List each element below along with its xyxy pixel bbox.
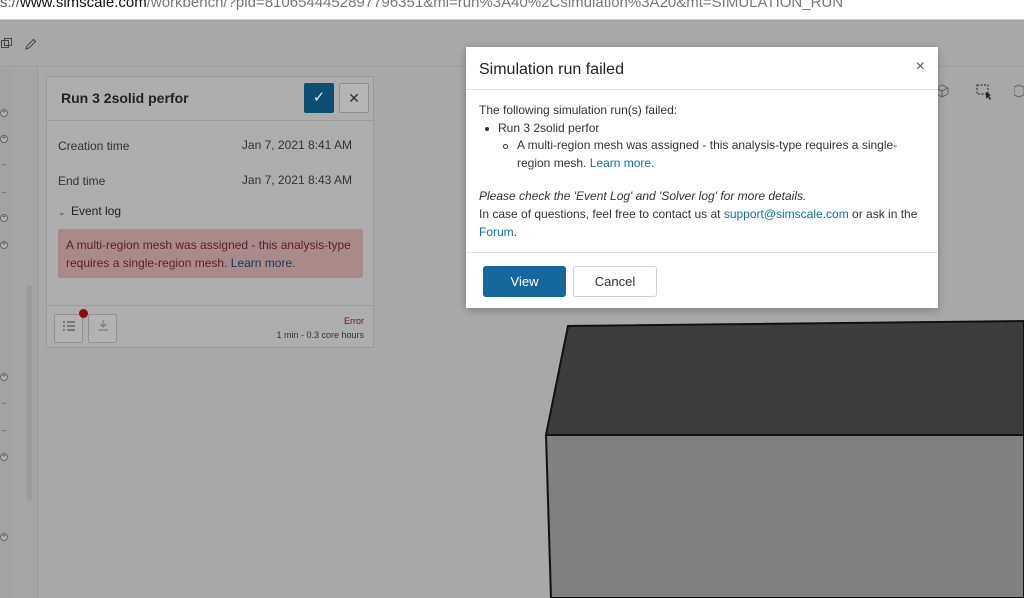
chevron-down-icon: ⌄ xyxy=(58,207,66,217)
event-log-label: Event log xyxy=(71,204,122,218)
failed-run-list: Run 3 2solid perfor A multi-region mesh … xyxy=(479,120,929,173)
list-icon xyxy=(62,321,75,334)
dialog-footer: View Cancel xyxy=(466,252,938,308)
run-status: Error xyxy=(344,316,364,326)
close-icon[interactable]: × xyxy=(916,58,925,76)
contact-middle: or ask in the xyxy=(848,206,918,221)
cube-outline-icon[interactable] xyxy=(1013,84,1024,101)
dialog-title: Simulation run failed xyxy=(479,61,624,78)
expand-icon[interactable]: + xyxy=(0,135,8,143)
failure-reason-text: A multi-region mesh was assigned - this … xyxy=(517,138,898,170)
cancel-button[interactable]: Cancel xyxy=(573,266,657,297)
close-icon: ✕ xyxy=(348,90,360,106)
more-icon[interactable]: ··· xyxy=(1,426,7,435)
log-list-button[interactable] xyxy=(54,314,83,343)
error-suffix: . xyxy=(292,256,296,270)
pencil-icon[interactable] xyxy=(25,38,37,50)
panel-divider xyxy=(12,68,38,598)
failure-reason-suffix: . xyxy=(651,155,655,170)
failed-run-name: Run 3 2solid perfor xyxy=(498,120,600,135)
notification-dot xyxy=(79,309,88,318)
expand-icon[interactable]: + xyxy=(0,373,8,381)
error-message: A multi-region mesh was assigned - this … xyxy=(58,229,363,278)
simulation-failed-dialog: Simulation run failed × The following si… xyxy=(466,47,938,308)
forum-suffix: . xyxy=(513,224,518,239)
view-button[interactable]: View xyxy=(483,266,566,297)
error-text: A multi-region mesh was assigned - this … xyxy=(66,238,351,270)
box-select-icon[interactable] xyxy=(976,84,992,103)
scrollbar[interactable] xyxy=(27,285,32,500)
tree-panel: + + ··· ··· + + + ··· ··· + + xyxy=(0,68,12,598)
download-icon xyxy=(97,320,108,334)
support-email-link[interactable]: support@simscale.com xyxy=(724,207,849,221)
dialog-intro: The following simulation run(s) failed: xyxy=(479,103,678,117)
creation-time-label: Creation time xyxy=(58,139,130,153)
run-title: Run 3 2solid perfor xyxy=(61,90,189,106)
copy-icon[interactable] xyxy=(1,38,13,50)
more-icon[interactable]: ··· xyxy=(1,160,7,169)
more-icon[interactable]: ··· xyxy=(1,188,7,197)
more-icon[interactable]: ··· xyxy=(1,399,7,408)
expand-icon[interactable]: + xyxy=(0,533,8,541)
contact-note: In case of questions, feel free to conta… xyxy=(479,206,929,241)
run-duration: 1 min - 0.3 core hours xyxy=(276,330,364,340)
forum-link[interactable]: Forum xyxy=(479,225,514,239)
check-log-note: Please check the 'Event Log' and 'Solver… xyxy=(479,189,807,204)
url-path: /workbench/?pid=8106544452897796351&mi=r… xyxy=(146,0,844,11)
model-top-face[interactable] xyxy=(544,319,1024,436)
failed-run-item: Run 3 2solid perfor xyxy=(485,120,929,138)
download-button[interactable] xyxy=(88,314,117,343)
model-front-face[interactable] xyxy=(544,434,1024,598)
dialog-body: The following simulation run(s) failed: … xyxy=(479,102,929,241)
end-time-label: End time xyxy=(58,174,106,188)
url-scheme: s:// xyxy=(0,0,21,11)
url-host: www.simscale.com xyxy=(20,0,147,11)
end-time-value: Jan 7, 2021 8:43 AM xyxy=(241,173,352,187)
url-text[interactable]: s://www.simscale.com/workbench/?pid=8106… xyxy=(0,0,843,11)
confirm-button[interactable]: ✓ xyxy=(304,83,334,113)
event-log-toggle[interactable]: ⌄ Event log xyxy=(58,204,121,218)
failure-reason-list: A multi-region mesh was assigned - this … xyxy=(498,137,929,172)
creation-time-value: Jan 7, 2021 8:41 AM xyxy=(241,138,352,152)
expand-icon[interactable]: + xyxy=(0,453,8,461)
run-detail-panel: Run 3 2solid perfor ✓ ✕ Creation time Ja… xyxy=(46,76,374,348)
learn-more-link[interactable]: Learn more xyxy=(590,156,651,170)
run-panel-header: Run 3 2solid perfor ✓ ✕ xyxy=(47,77,373,121)
check-icon: ✓ xyxy=(312,89,326,106)
failure-reason-item: A multi-region mesh was assigned - this … xyxy=(503,137,929,172)
contact-prefix: In case of questions, feel free to conta… xyxy=(479,206,724,221)
expand-icon[interactable]: + xyxy=(0,241,8,249)
learn-more-link[interactable]: Learn more xyxy=(231,256,292,270)
address-bar[interactable]: s://www.simscale.com/workbench/?pid=8106… xyxy=(0,0,1024,20)
expand-icon[interactable]: + xyxy=(0,214,8,222)
close-panel-button[interactable]: ✕ xyxy=(339,83,369,113)
expand-icon[interactable]: + xyxy=(0,109,8,117)
run-panel-footer: Error 1 min - 0.3 core hours xyxy=(47,305,373,349)
dialog-header: Simulation run failed × xyxy=(466,47,938,90)
